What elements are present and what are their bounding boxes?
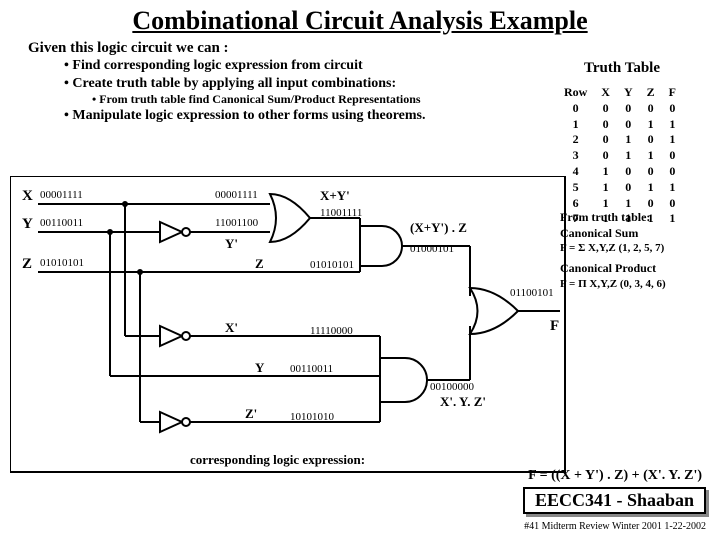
svg-text:X': X' <box>225 320 238 335</box>
table-row: 20101 <box>558 133 682 147</box>
table-row: 61100 <box>558 197 682 211</box>
svg-text:X'. Y. Z': X'. Y. Z' <box>440 394 486 409</box>
table-row: 10011 <box>558 118 682 132</box>
svg-text:Y: Y <box>255 360 265 375</box>
svg-text:01010101: 01010101 <box>40 257 84 269</box>
svg-text:F: F <box>550 318 559 334</box>
table-row: 30110 <box>558 149 682 163</box>
svg-text:X+Y': X+Y' <box>320 188 350 203</box>
svg-text:Z': Z' <box>245 406 257 421</box>
svg-text:00110011: 00110011 <box>40 217 83 229</box>
svg-text:00001111: 00001111 <box>40 189 83 201</box>
page-title: Combinational Circuit Analysis Example <box>10 6 710 36</box>
svg-text:(X+Y') . Z: (X+Y') . Z <box>410 220 467 235</box>
logic-expression: F = ((X + Y') . Z) + (X'. Y. Z') <box>528 468 702 484</box>
table-row: 00000 <box>558 102 682 116</box>
svg-text:X: X <box>22 188 33 204</box>
svg-text:00001111: 00001111 <box>215 189 258 201</box>
slide: Combinational Circuit Analysis Example G… <box>0 0 720 540</box>
svg-text:00110011: 00110011 <box>290 363 333 375</box>
table-row: RowXYZF <box>558 86 682 100</box>
truth-table-label: Truth Table <box>584 60 660 77</box>
table-row: 51011 <box>558 181 682 195</box>
table-row: 41000 <box>558 165 682 179</box>
svg-text:Z: Z <box>22 256 32 272</box>
svg-text:Z: Z <box>255 256 264 271</box>
svg-text:Y': Y' <box>225 236 238 251</box>
svg-text:01100101: 01100101 <box>510 287 554 299</box>
svg-text:00100000: 00100000 <box>430 381 475 393</box>
svg-text:Y: Y <box>22 216 33 232</box>
course-footer: EECC341 - Shaaban <box>523 487 706 514</box>
svg-text:11001100: 11001100 <box>215 217 259 229</box>
canonical-forms: From truth table: Canonical Sum F = Σ X,… <box>560 210 700 291</box>
svg-text:01010101: 01010101 <box>310 259 354 271</box>
truth-table: RowXYZF 00000 10011 20101 30110 41000 51… <box>556 84 684 228</box>
slide-footer: #41 Midterm Review Winter 2001 1-22-2002 <box>524 521 706 532</box>
subtitle: Given this logic circuit we can : <box>28 40 710 57</box>
circuit-diagram: X 00001111 00001111 Y 00110011 11001100 … <box>10 176 570 496</box>
svg-text:corresponding logic expression: corresponding logic expression: <box>190 452 365 467</box>
svg-text:01000101: 01000101 <box>410 243 454 255</box>
